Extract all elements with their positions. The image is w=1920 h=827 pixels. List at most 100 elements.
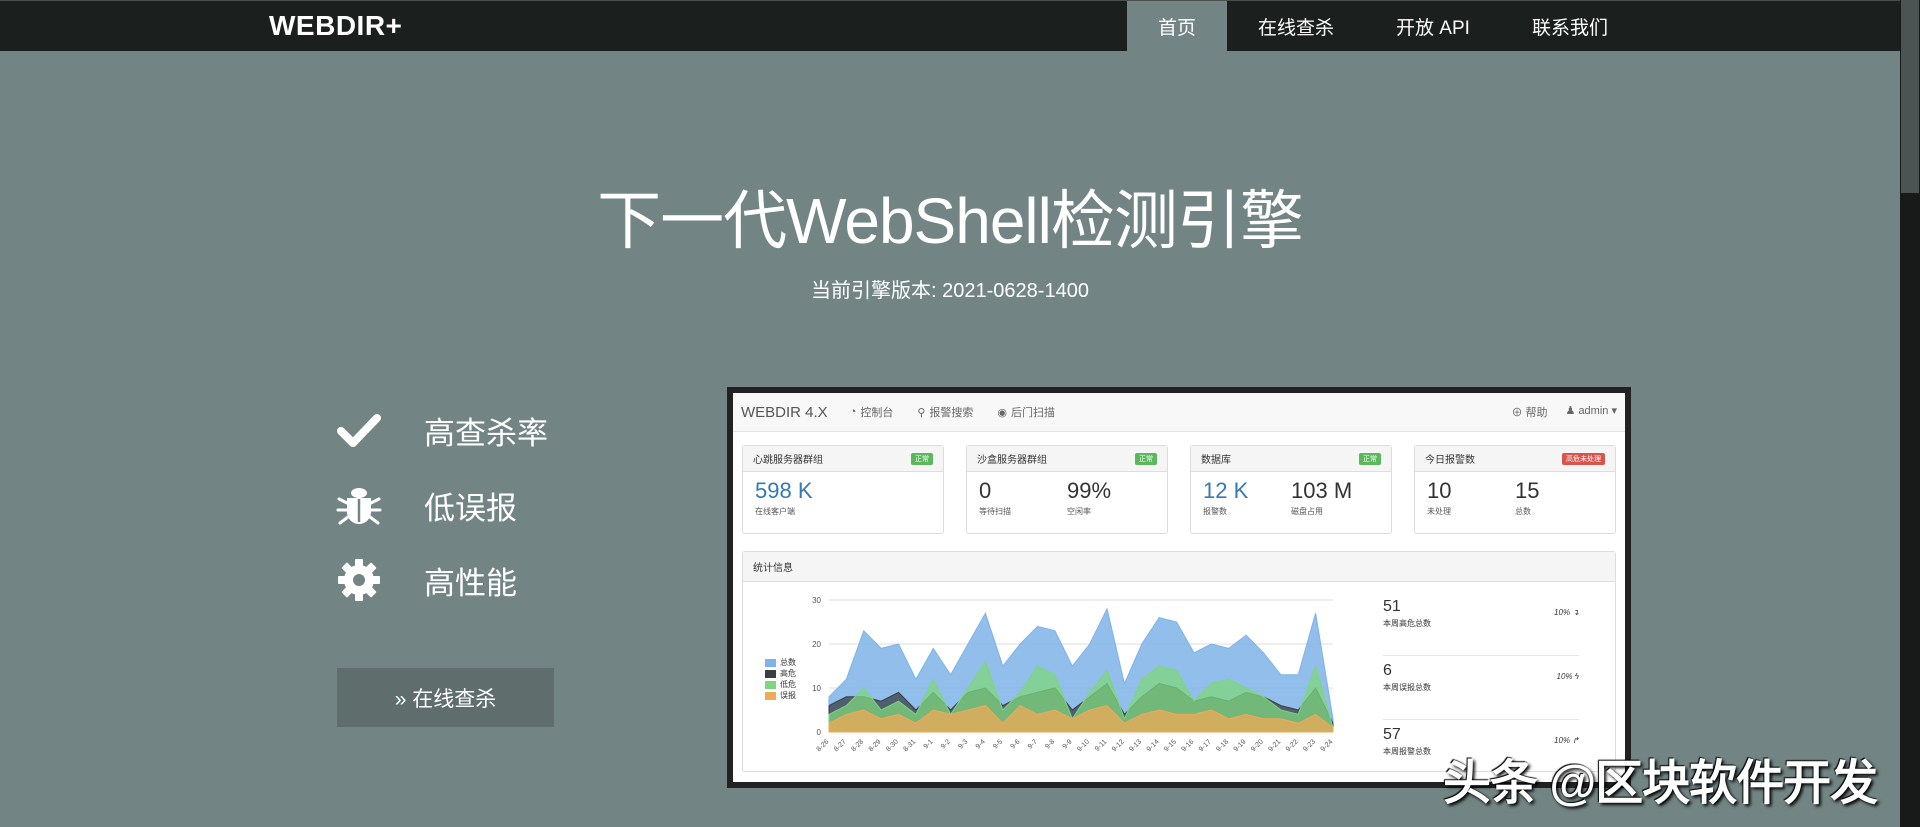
feature-label: 高性能 <box>424 565 517 601</box>
stat-value: 0 <box>979 478 992 503</box>
bug-icon <box>336 482 382 528</box>
x-tick-label: 9-22 <box>1285 738 1300 753</box>
x-tick-label: 9-23 <box>1302 738 1317 753</box>
gear-icon <box>336 557 382 603</box>
weekly-stat: 6 本周误报总数 10% ϟ <box>1383 656 1579 720</box>
x-tick-label: 9-14 <box>1146 738 1161 753</box>
legend-label: 低危 <box>780 680 796 689</box>
x-tick-label: 8-28 <box>850 738 865 753</box>
legend-label: 高危 <box>780 669 796 678</box>
x-tick-label: 9-8 <box>1044 738 1056 750</box>
dashboard-cards: 心跳服务器群组 正常 598 K 在线客户端 沙盒服务器群组 正常 0 等待扫描 99%… <box>742 445 1616 534</box>
x-tick-label: 9-13 <box>1128 738 1143 753</box>
dashboard-icon: ◔ <box>849 406 857 418</box>
y-tick-label: 10 <box>812 684 821 693</box>
stat-value: 15 <box>1515 478 1540 503</box>
brand-logo[interactable]: WEBDIR+ <box>269 10 402 42</box>
x-tick-label: 9-11 <box>1094 738 1109 753</box>
nav-item-open-api[interactable]: 开放 API <box>1365 1 1501 51</box>
online-scan-button[interactable]: » 在线查杀 <box>337 668 554 727</box>
feature-label: 低误报 <box>424 490 517 526</box>
card-title: 数据库 <box>1201 455 1231 466</box>
nav-label: 控制台 <box>860 407 894 419</box>
legend-label: 误报 <box>780 691 796 700</box>
stat-label: 未处理 <box>1427 507 1451 516</box>
watermark: 头条 @区块软件开发 <box>1443 757 1878 810</box>
feature-label: 高查杀率 <box>424 415 548 451</box>
weekly-stat-value: 6 <box>1383 662 1392 679</box>
x-tick-label: 8-27 <box>833 738 848 753</box>
change-value: 10% <box>1556 672 1573 681</box>
feature-item: 高查杀率 <box>336 407 548 453</box>
nav-label: 后门扫描 <box>1011 407 1056 419</box>
x-tick-label: 9-21 <box>1267 738 1282 753</box>
legend-item: 误报 <box>765 690 796 701</box>
feature-item: 高性能 <box>336 557 517 603</box>
stat-value: 10 <box>1427 478 1452 503</box>
dashboard-nav-backdoor-scan: ◉ 后门扫描 <box>997 404 1055 420</box>
main-nav: 首页 在线查杀 开放 API 联系我们 <box>1127 1 1639 51</box>
nav-item-contact[interactable]: 联系我们 <box>1501 1 1639 51</box>
stat-label: 空闲率 <box>1067 507 1091 516</box>
weekly-stat-value: 57 <box>1383 726 1401 743</box>
x-tick-label: 9-7 <box>1027 738 1039 750</box>
x-tick-label: 9-18 <box>1215 738 1230 753</box>
stat-label: 在线客户端 <box>755 507 795 516</box>
card-title: 沙盒服务器群组 <box>977 455 1047 466</box>
x-tick-label: 9-3 <box>957 738 969 750</box>
eye-icon: ◉ <box>997 406 1008 419</box>
help-icon: ⊕ <box>1511 407 1523 419</box>
x-tick-label: 9-1 <box>923 738 935 750</box>
stat-label: 等待扫描 <box>979 507 1011 516</box>
dashboard-help: ⊕ 帮助 <box>1511 404 1547 420</box>
y-tick-label: 20 <box>812 640 821 649</box>
x-tick-label: 9-6 <box>1009 738 1021 750</box>
user-label: admin <box>1578 405 1609 417</box>
nav-item-home[interactable]: 首页 <box>1127 1 1228 51</box>
chart-legend: 总数 高危 低危 误报 <box>765 657 796 701</box>
engine-version: 当前引擎版本: 2021-0628-1400 <box>811 280 1089 302</box>
search-icon: ⚲ <box>917 406 926 419</box>
x-tick-label: 9-20 <box>1250 738 1265 753</box>
legend-label: 总数 <box>780 658 796 667</box>
dashboard-nav-alert-search: ⚲ 报警搜索 <box>917 404 973 420</box>
weekly-stat-change: 10% ↴ <box>1554 608 1579 617</box>
x-tick-label: 9-10 <box>1076 738 1091 753</box>
trend-icon: ↴ <box>1572 608 1579 617</box>
x-tick-label: 9-2 <box>940 738 952 750</box>
legend-swatch <box>765 680 776 689</box>
legend-item: 低危 <box>765 679 796 690</box>
nav-item-online-scan[interactable]: 在线查杀 <box>1227 1 1365 51</box>
stat-label: 报警数 <box>1203 507 1227 516</box>
status-badge: 正常 <box>1359 452 1381 465</box>
stat-label: 总数 <box>1515 507 1531 516</box>
weekly-stat-label: 本周误报总数 <box>1383 683 1431 692</box>
x-tick-label: 9-15 <box>1163 738 1178 753</box>
change-value: 10% <box>1554 608 1571 617</box>
stat-value: 12 K <box>1203 478 1249 503</box>
dashboard-nav-console: ◔ 控制台 <box>850 404 894 420</box>
card-today-alerts: 今日报警数 高危未处理 10 未处理 15 总数 <box>1414 445 1616 534</box>
feature-item: 低误报 <box>336 482 517 528</box>
y-tick-label: 0 <box>817 728 822 737</box>
stat-value: 99% <box>1067 478 1112 503</box>
x-tick-label: 8-26 <box>816 738 831 753</box>
top-navbar: WEBDIR+ 首页 在线查杀 开放 API 联系我们 <box>0 0 1900 51</box>
x-tick-label: 9-17 <box>1198 738 1213 753</box>
x-tick-label: 9-9 <box>1062 738 1074 750</box>
x-tick-label: 9-16 <box>1181 738 1196 753</box>
card-heartbeat-group: 心跳服务器群组 正常 598 K 在线客户端 <box>742 445 944 534</box>
dashboard-frame: WEBDIR 4.X ◔ 控制台 ⚲ 报警搜索 ◉ 后门扫描 ⊕ 帮助 ♟ ad… <box>733 393 1625 782</box>
x-tick-label: 9-12 <box>1111 738 1126 753</box>
page-scrollbar-thumb[interactable] <box>1901 0 1919 193</box>
checkmark-icon <box>336 407 382 453</box>
legend-swatch <box>765 669 776 678</box>
card-title: 今日报警数 <box>1425 455 1475 466</box>
area-chart: 0 10 20 30 8-26 8-27 8-28 8-29 8-30 8-31 9-1 9-2 9-3… <box>812 596 1334 753</box>
stat-value: 103 M <box>1291 478 1353 503</box>
legend-swatch <box>765 658 776 667</box>
x-tick-label: 8-31 <box>902 738 917 753</box>
x-tick-label: 9-4 <box>975 738 987 750</box>
stat-label: 磁盘占用 <box>1291 507 1323 516</box>
bolt-icon: ϟ <box>1574 672 1579 681</box>
